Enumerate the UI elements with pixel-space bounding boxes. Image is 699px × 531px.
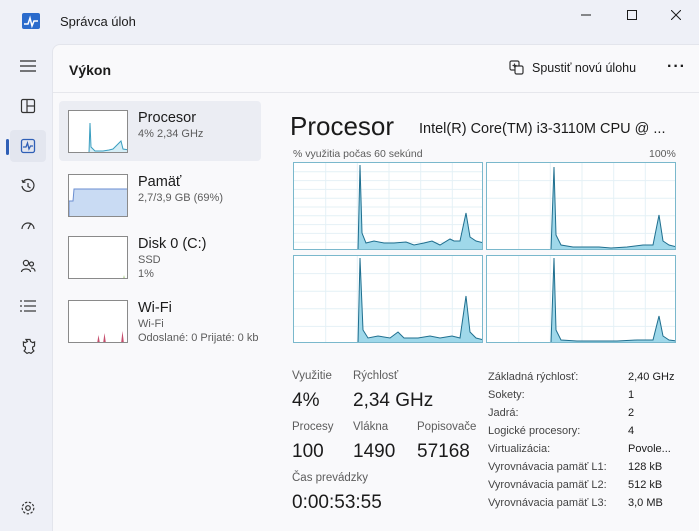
title-bar: Správca úloh [0,0,699,44]
device-cpu[interactable]: Procesor 4% 2,34 GHz [59,101,261,161]
device-disk-type: SSD [138,254,161,266]
processes-label: Procesy [292,421,334,433]
cpu-model: Intel(R) Core(TM) i3-3110M CPU @ ... [419,121,666,137]
close-button[interactable] [653,0,699,30]
spec-value: 2 [628,407,635,419]
spec-value: 4 [628,425,635,437]
core-graph-3 [486,255,676,343]
hamburger-icon [20,60,36,72]
handles-value: 57168 [417,441,470,462]
wifi-thumbnail-graph [68,300,128,343]
processes-value: 100 [292,441,324,462]
spec-value: 2,40 GHz [628,371,675,383]
usage-value: 4% [292,390,320,411]
spec-key: Vyrovnávacia pamäť L1: [488,461,607,473]
spec-value: 512 kB [628,479,663,491]
task-manager-app-icon [22,13,40,29]
spec-key: Vyrovnávacia pamäť L2: [488,479,607,491]
threads-value: 1490 [353,441,396,462]
navigation-rail [0,44,52,531]
nav-details[interactable] [10,290,46,322]
nav-startup-apps[interactable] [10,210,46,242]
device-disk[interactable]: Disk 0 (C:) SSD 1% [59,227,261,287]
new-task-icon [509,60,524,75]
device-disk-usage: 1% [138,268,154,280]
nav-users[interactable] [10,250,46,282]
run-new-task-button[interactable]: Spustiť novú úlohu [509,60,636,75]
close-icon [671,10,681,20]
speed-label: Rýchlosť [353,370,399,382]
services-icon [22,338,36,354]
page-title: Výkon [69,62,112,78]
hamburger-menu-button[interactable] [10,50,46,82]
graph-max-label: 100% [649,148,676,160]
run-new-task-label: Spustiť novú úlohu [532,60,637,75]
performance-icon [20,138,36,154]
settings-icon [21,501,35,515]
cpu-thumbnail-graph [68,110,128,153]
maximize-icon [627,10,637,20]
details-icon [20,300,36,312]
nav-performance[interactable] [6,130,46,162]
nav-processes[interactable] [10,90,46,122]
minimize-icon [581,14,591,16]
nav-settings[interactable] [10,492,46,524]
uptime-label: Čas prevádzky [292,472,369,484]
more-options-button[interactable]: ··· [667,58,686,76]
threads-label: Vlákna [353,421,389,433]
spec-key: Logické procesory: [488,425,581,437]
speed-value: 2,34 GHz [353,390,434,411]
device-memory-usage: 2,7/3,9 GB (69%) [138,192,223,204]
core-graph-2 [293,255,483,343]
spec-value: 3,0 MB [628,497,663,509]
spec-key: Jadrá: [488,407,519,419]
cpu-title: Procesor [290,111,395,141]
spec-value: Povole... [628,443,671,455]
core-graph-1 [486,162,676,250]
spec-key: Virtualizácia: [488,443,551,455]
maximize-button[interactable] [609,0,655,30]
device-cpu-name: Procesor [138,110,197,126]
device-wifi-throughput: Odoslané: 0 Prijaté: 0 kb [138,332,259,344]
spec-key: Základná rýchlosť: [488,371,579,383]
usage-label: Využitie [292,370,332,382]
app-history-icon [21,178,35,192]
device-memory-name: Pamäť [138,174,182,190]
graph-caption: % využitia počas 60 sekúnd [293,148,423,160]
device-wifi-type: Wi-Fi [138,318,164,330]
window-title: Správca úloh [60,14,136,29]
memory-thumbnail-graph [68,174,128,217]
device-wifi[interactable]: Wi-Fi Wi-Fi Odoslané: 0 Prijaté: 0 kb [59,291,261,351]
device-memory[interactable]: Pamäť 2,7/3,9 GB (69%) [59,165,261,225]
spec-key: Vyrovnávacia pamäť L3: [488,497,607,509]
uptime-value: 0:00:53:55 [292,492,382,513]
nav-app-history[interactable] [10,170,46,202]
content-panel: Výkon Spustiť novú úlohu ··· Procesor 4%… [52,44,699,531]
disk-thumbnail-graph [68,236,128,279]
users-icon [20,259,36,273]
spec-key: Sokety: [488,389,525,401]
startup-apps-icon [21,222,35,230]
nav-services[interactable] [10,330,46,362]
processes-icon [20,98,36,114]
core-graph-0 [293,162,483,250]
device-cpu-usage: 4% 2,34 GHz [138,128,204,140]
spec-value: 128 kB [628,461,663,473]
spec-value: 1 [628,389,635,401]
minimize-button[interactable] [563,0,609,30]
page-header: Výkon Spustiť novú úlohu ··· [53,45,699,93]
handles-label: Popisovače [417,421,477,433]
device-disk-name: Disk 0 (C:) [138,236,207,252]
device-wifi-name: Wi-Fi [138,300,172,316]
